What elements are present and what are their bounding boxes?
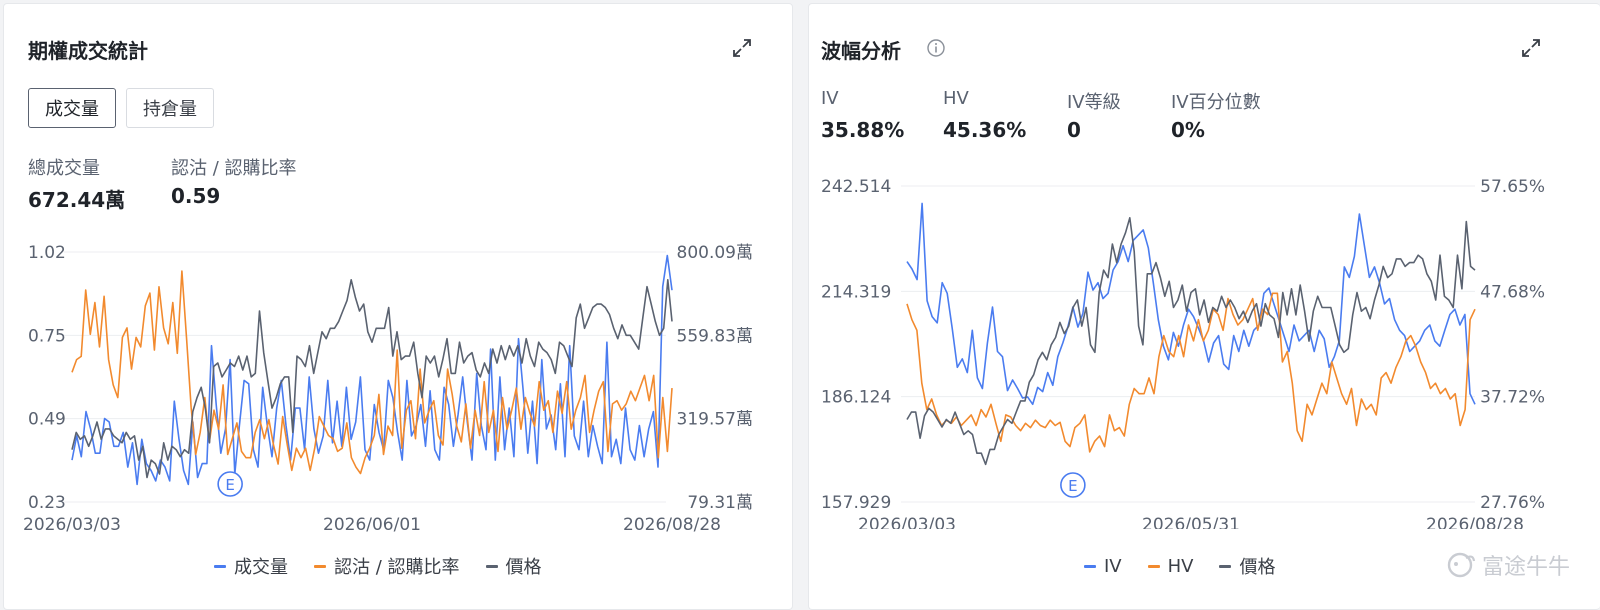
event-marker-label: E [225, 476, 234, 494]
stat-total-volume-label: 總成交量 [28, 158, 100, 179]
x-tick-label: 2026/08/28 [1426, 515, 1524, 529]
earnings-event-marker[interactable]: E [217, 471, 243, 497]
stat-put-call-ratio-value: 0.59 [171, 184, 221, 208]
stat-iv-rank-value: 0 [1067, 118, 1081, 142]
stat-hv-value: 45.36% [943, 118, 1027, 142]
y-right-tick-label: 79.31萬 [687, 493, 753, 513]
right-series-1 [906, 292, 1476, 453]
right-series-2 [906, 216, 1476, 466]
expand-icon[interactable] [730, 36, 754, 60]
info-icon[interactable] [926, 38, 946, 58]
gray-line-icon [485, 564, 498, 568]
legend-item-hv[interactable]: HV [1147, 553, 1194, 579]
legend-label: 價格 [505, 557, 542, 578]
options-volume-chart: 1.02 800.09萬 0.75 559.83萬 0.49 319.57萬 0.23 79.… [23, 243, 753, 534]
y-left-tick-label: 0.23 [28, 493, 66, 513]
stat-iv-percentile-label: IV百分位數 [1171, 92, 1261, 113]
x-tick-label: 2026/08/28 [623, 515, 721, 534]
y-left-tick-label: 0.75 [28, 326, 66, 346]
y-left-tick-label: 0.49 [28, 410, 66, 430]
stat-iv-value: 35.88% [821, 118, 905, 142]
stat-put-call-ratio-label: 認沽 / 認購比率 [171, 158, 297, 179]
y-left-tick-label: 157.929 [821, 493, 891, 513]
legend-item-iv[interactable]: IV [1084, 553, 1122, 579]
expand-icon[interactable] [1519, 36, 1543, 60]
x-tick-label: 2026/03/03 [858, 515, 956, 529]
blue-line-icon [1084, 564, 1096, 568]
legend-item-price[interactable]: 價格 [1219, 553, 1275, 579]
y-left-tick-label: 214.319 [821, 282, 891, 302]
y-right-tick-label: 57.65% [1480, 177, 1545, 197]
y-right-tick-label: 37.72% [1480, 388, 1545, 408]
card-title: 波幅分析 [821, 39, 901, 63]
y-right-tick-label: 800.09萬 [677, 243, 753, 263]
earnings-event-marker[interactable]: E [1060, 472, 1086, 498]
y-right-tick-label: 319.57萬 [677, 410, 753, 430]
left-series-1 [71, 270, 673, 475]
y-right-tick-label: 559.83萬 [677, 326, 753, 346]
x-tick-label: 2026/06/01 [323, 515, 421, 534]
stat-iv-rank-label: IV等級 [1067, 92, 1121, 113]
y-right-tick-label: 47.68% [1480, 282, 1545, 302]
legend-label: 價格 [1239, 557, 1276, 578]
y-left-tick-label: 1.02 [28, 243, 66, 263]
options-volume-card: 期權成交統計 成交量 持倉量 總成交量 672.44萬 認沽 / 認購比率 0.… [3, 3, 793, 610]
stat-iv-percentile-value: 0% [1171, 118, 1205, 142]
tab-volume[interactable]: 成交量 [28, 88, 116, 128]
chart-legend: 成交量 認沽 / 認購比率 價格 [214, 553, 542, 579]
blue-line-icon [214, 564, 226, 568]
chart-legend: IV HV 價格 [1084, 553, 1275, 579]
x-tick-label: 2026/05/31 [1142, 515, 1240, 529]
orange-line-icon [314, 564, 326, 568]
legend-item-price[interactable]: 價格 [485, 553, 542, 579]
brand-watermark: 富途牛牛 [1446, 549, 1570, 581]
legend-label: 成交量 [234, 557, 288, 578]
event-marker-label: E [1068, 477, 1077, 495]
legend-label: IV [1104, 555, 1122, 577]
card-title: 期權成交統計 [28, 39, 148, 63]
y-left-tick-label: 242.514 [821, 177, 891, 197]
legend-label: 認沽 / 認購比率 [334, 557, 460, 578]
legend-label: HV [1167, 555, 1194, 577]
volatility-chart: 242.514 57.65% 214.319 47.68% 186.124 37.72% 1… [821, 177, 1545, 529]
stat-iv-label: IV [821, 88, 839, 109]
stat-total-volume-value: 672.44萬 [28, 188, 126, 212]
y-left-tick-label: 186.124 [821, 388, 891, 408]
y-right-tick-label: 27.76% [1480, 493, 1545, 513]
x-tick-label: 2026/03/03 [23, 515, 121, 534]
stat-hv-label: HV [943, 88, 969, 109]
volatility-analysis-card: 波幅分析 IV 35.88% HV 45.36% IV等級 0 IV百分位數 0… [808, 3, 1600, 610]
orange-line-icon [1147, 564, 1160, 568]
legend-item-volume[interactable]: 成交量 [214, 553, 288, 579]
tab-open-interest[interactable]: 持倉量 [126, 88, 214, 128]
bull-logo-icon [1447, 552, 1476, 578]
brand-name: 富途牛牛 [1481, 555, 1570, 580]
right-series-0 [906, 202, 1476, 406]
gray-line-icon [1219, 564, 1232, 568]
legend-item-put-call-ratio[interactable]: 認沽 / 認購比率 [314, 553, 460, 579]
